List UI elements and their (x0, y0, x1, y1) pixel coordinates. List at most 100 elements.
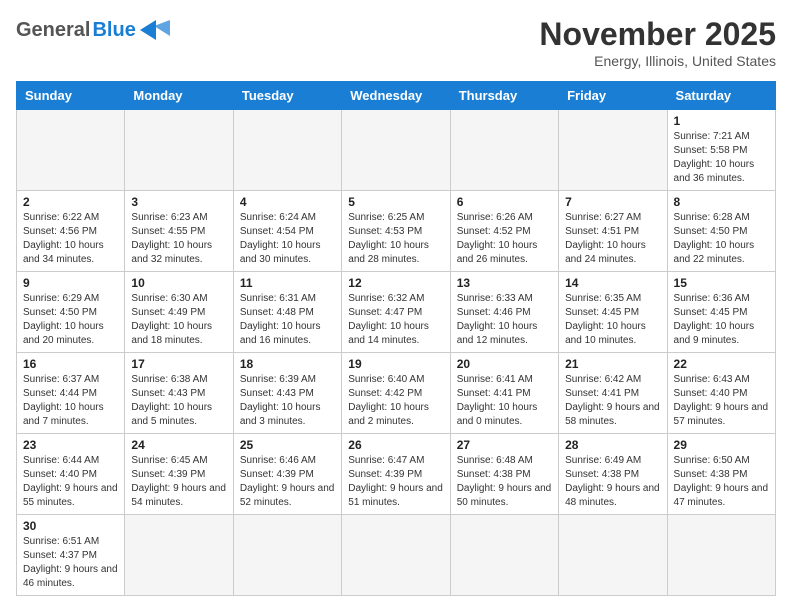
day-info: Sunrise: 6:42 AMSunset: 4:41 PMDaylight:… (565, 373, 660, 429)
calendar-cell (17, 110, 125, 191)
logo-icon (138, 16, 178, 44)
calendar-cell: 2Sunrise: 6:22 AMSunset: 4:56 PMDaylight… (17, 191, 125, 272)
calendar-cell (559, 110, 667, 191)
calendar-cell (667, 515, 775, 596)
calendar-cell: 28Sunrise: 6:49 AMSunset: 4:38 PMDayligh… (559, 434, 667, 515)
day-number: 27 (457, 438, 552, 452)
calendar-cell: 30Sunrise: 6:51 AMSunset: 4:37 PMDayligh… (17, 515, 125, 596)
calendar-cell: 24 Sunrise: 6:45 AMSunset: 4:39 PMDayligh… (125, 434, 233, 515)
day-number: 2 (23, 195, 118, 209)
calendar-week-row: 30Sunrise: 6:51 AMSunset: 4:37 PMDayligh… (17, 515, 776, 596)
logo-blue-text: Blue (92, 19, 135, 42)
calendar-week-row: 9 Sunrise: 6:29 AMSunset: 4:50 PMDaylight… (17, 272, 776, 353)
day-number: 23 (23, 438, 118, 452)
calendar-day-header: Sunday (17, 82, 125, 110)
day-number: 4 (240, 195, 335, 209)
day-number: 11 (240, 276, 335, 290)
day-info: Sunrise: 6:32 AMSunset: 4:47 PMDaylight:… (348, 292, 443, 348)
page-header: General Blue November 2025 Energy, Illin… (16, 16, 776, 69)
calendar-cell: 26 Sunrise: 6:47 AMSunset: 4:39 PMDayligh… (342, 434, 450, 515)
day-number: 26 (348, 438, 443, 452)
day-number: 16 (23, 357, 118, 371)
day-number: 29 (674, 438, 769, 452)
day-info: Sunrise: 6:25 AMSunset: 4:53 PMDaylight:… (348, 211, 443, 267)
day-number: 9 (23, 276, 118, 290)
calendar-cell: 29Sunrise: 6:50 AMSunset: 4:38 PMDayligh… (667, 434, 775, 515)
calendar-cell: 4 Sunrise: 6:24 AMSunset: 4:54 PMDaylight… (233, 191, 341, 272)
day-info: Sunrise: 6:48 AMSunset: 4:38 PMDaylight:… (457, 454, 552, 510)
day-info: Sunrise: 6:24 AMSunset: 4:54 PMDaylight:… (240, 211, 335, 267)
day-number: 18 (240, 357, 335, 371)
day-info: Sunrise: 6:44 AMSunset: 4:40 PMDaylight:… (23, 454, 118, 510)
calendar-week-row: 2Sunrise: 6:22 AMSunset: 4:56 PMDaylight… (17, 191, 776, 272)
logo-general-text: General (16, 19, 90, 42)
calendar-week-row: 16 Sunrise: 6:37 AMSunset: 4:44 PMDayligh… (17, 353, 776, 434)
day-info: Sunrise: 6:37 AMSunset: 4:44 PMDaylight:… (23, 373, 118, 429)
title-area: November 2025 Energy, Illinois, United S… (539, 16, 776, 69)
calendar-cell (233, 110, 341, 191)
day-info: Sunrise: 6:31 AMSunset: 4:48 PMDaylight:… (240, 292, 335, 348)
day-number: 3 (131, 195, 226, 209)
calendar-cell: 13 Sunrise: 6:33 AMSunset: 4:46 PMDayligh… (450, 272, 558, 353)
calendar-cell: 6Sunrise: 6:26 AMSunset: 4:52 PMDaylight… (450, 191, 558, 272)
day-number: 20 (457, 357, 552, 371)
day-info: Sunrise: 6:40 AMSunset: 4:42 PMDaylight:… (348, 373, 443, 429)
day-info: Sunrise: 6:30 AMSunset: 4:49 PMDaylight:… (131, 292, 226, 348)
day-number: 1 (674, 114, 769, 128)
day-number: 14 (565, 276, 660, 290)
day-info: Sunrise: 6:26 AMSunset: 4:52 PMDaylight:… (457, 211, 552, 267)
day-info: Sunrise: 6:51 AMSunset: 4:37 PMDaylight:… (23, 535, 118, 591)
calendar-cell: 16 Sunrise: 6:37 AMSunset: 4:44 PMDayligh… (17, 353, 125, 434)
day-info: Sunrise: 6:43 AMSunset: 4:40 PMDaylight:… (674, 373, 769, 429)
logo-area: General Blue (16, 16, 178, 44)
day-info: Sunrise: 7:21 AMSunset: 5:58 PMDaylight:… (674, 130, 769, 186)
day-number: 24 (131, 438, 226, 452)
calendar-cell: 17 Sunrise: 6:38 AMSunset: 4:43 PMDayligh… (125, 353, 233, 434)
day-info: Sunrise: 6:47 AMSunset: 4:39 PMDaylight:… (348, 454, 443, 510)
calendar-table: SundayMondayTuesdayWednesdayThursdayFrid… (16, 81, 776, 596)
month-title: November 2025 (539, 16, 776, 53)
day-number: 22 (674, 357, 769, 371)
calendar-cell: 14 Sunrise: 6:35 AMSunset: 4:45 PMDayligh… (559, 272, 667, 353)
day-number: 8 (674, 195, 769, 209)
calendar-cell: 21 Sunrise: 6:42 AMSunset: 4:41 PMDayligh… (559, 353, 667, 434)
calendar-cell: 5 Sunrise: 6:25 AMSunset: 4:53 PMDaylight… (342, 191, 450, 272)
calendar-cell: 8 Sunrise: 6:28 AMSunset: 4:50 PMDaylight… (667, 191, 775, 272)
calendar-cell: 19 Sunrise: 6:40 AMSunset: 4:42 PMDayligh… (342, 353, 450, 434)
day-info: Sunrise: 6:33 AMSunset: 4:46 PMDaylight:… (457, 292, 552, 348)
day-info: Sunrise: 6:45 AMSunset: 4:39 PMDaylight:… (131, 454, 226, 510)
calendar-cell: 20 Sunrise: 6:41 AMSunset: 4:41 PMDayligh… (450, 353, 558, 434)
day-info: Sunrise: 6:41 AMSunset: 4:41 PMDaylight:… (457, 373, 552, 429)
day-number: 28 (565, 438, 660, 452)
day-info: Sunrise: 6:35 AMSunset: 4:45 PMDaylight:… (565, 292, 660, 348)
calendar-cell (233, 515, 341, 596)
calendar-cell: 12Sunrise: 6:32 AMSunset: 4:47 PMDayligh… (342, 272, 450, 353)
day-info: Sunrise: 6:36 AMSunset: 4:45 PMDaylight:… (674, 292, 769, 348)
day-info: Sunrise: 6:46 AMSunset: 4:39 PMDaylight:… (240, 454, 335, 510)
calendar-day-header: Friday (559, 82, 667, 110)
day-info: Sunrise: 6:29 AMSunset: 4:50 PMDaylight:… (23, 292, 118, 348)
day-info: Sunrise: 6:28 AMSunset: 4:50 PMDaylight:… (674, 211, 769, 267)
calendar-week-row: 23 Sunrise: 6:44 AMSunset: 4:40 PMDayligh… (17, 434, 776, 515)
calendar-cell: 15 Sunrise: 6:36 AMSunset: 4:45 PMDayligh… (667, 272, 775, 353)
calendar-cell: 9 Sunrise: 6:29 AMSunset: 4:50 PMDaylight… (17, 272, 125, 353)
calendar-cell (125, 515, 233, 596)
day-info: Sunrise: 6:38 AMSunset: 4:43 PMDaylight:… (131, 373, 226, 429)
day-number: 21 (565, 357, 660, 371)
day-number: 19 (348, 357, 443, 371)
day-number: 17 (131, 357, 226, 371)
calendar-cell: 23 Sunrise: 6:44 AMSunset: 4:40 PMDayligh… (17, 434, 125, 515)
day-number: 15 (674, 276, 769, 290)
day-number: 13 (457, 276, 552, 290)
day-number: 5 (348, 195, 443, 209)
calendar-day-header: Wednesday (342, 82, 450, 110)
calendar-cell: 3 Sunrise: 6:23 AMSunset: 4:55 PMDaylight… (125, 191, 233, 272)
day-info: Sunrise: 6:23 AMSunset: 4:55 PMDaylight:… (131, 211, 226, 267)
calendar-header-row: SundayMondayTuesdayWednesdayThursdayFrid… (17, 82, 776, 110)
calendar-day-header: Saturday (667, 82, 775, 110)
day-info: Sunrise: 6:39 AMSunset: 4:43 PMDaylight:… (240, 373, 335, 429)
day-number: 10 (131, 276, 226, 290)
calendar-cell: 18 Sunrise: 6:39 AMSunset: 4:43 PMDayligh… (233, 353, 341, 434)
calendar-cell: 10 Sunrise: 6:30 AMSunset: 4:49 PMDayligh… (125, 272, 233, 353)
calendar-week-row: 1 Sunrise: 7:21 AMSunset: 5:58 PMDaylight… (17, 110, 776, 191)
